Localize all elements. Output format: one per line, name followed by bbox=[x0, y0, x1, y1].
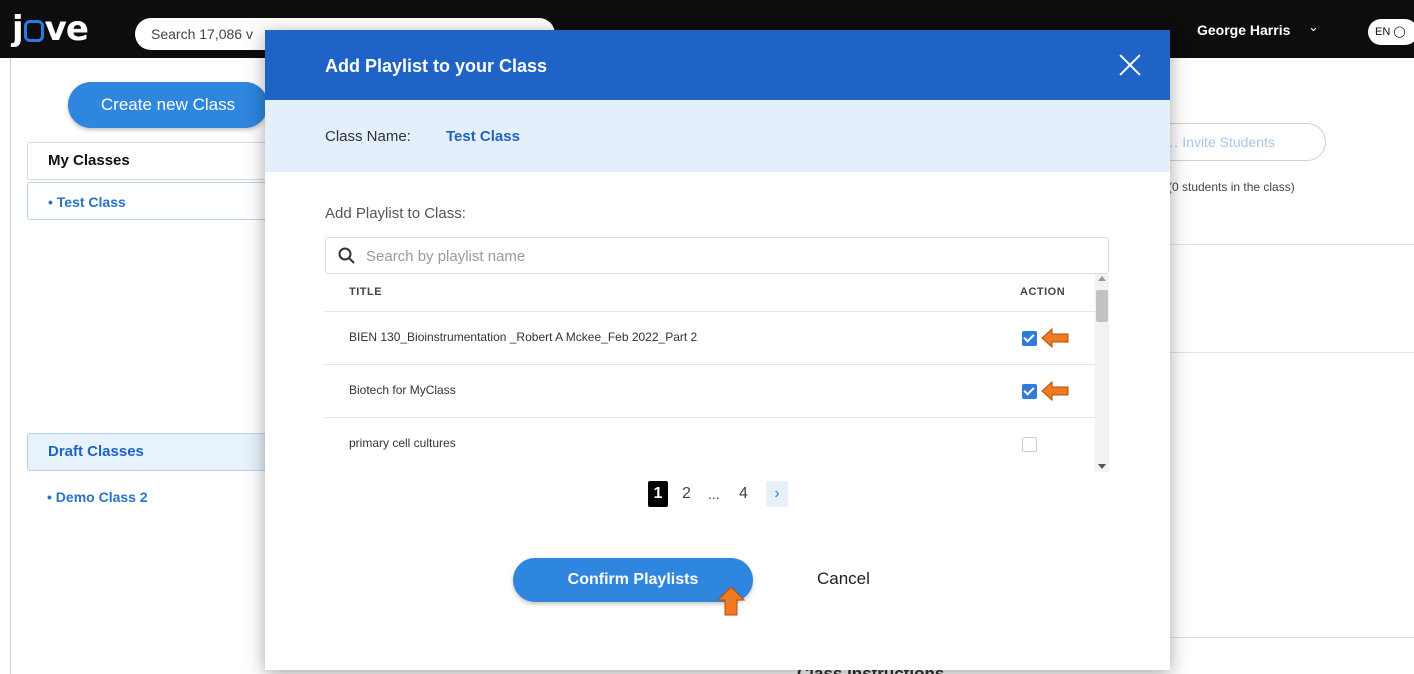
pagination-ellipsis: ... bbox=[708, 486, 720, 502]
students-count: (0 students in the class) bbox=[1168, 180, 1295, 194]
table-row[interactable]: primary cell cultures bbox=[325, 417, 1097, 470]
next-page-button[interactable]: › bbox=[766, 481, 788, 507]
annotation-arrow-up-icon bbox=[717, 586, 745, 616]
playlist-title: primary cell cultures bbox=[349, 436, 456, 450]
class-name-band: Class Name: Test Class bbox=[265, 100, 1170, 172]
create-new-class-button[interactable]: Create new Class bbox=[68, 82, 268, 128]
scroll-thumb[interactable] bbox=[1096, 290, 1108, 322]
class-name-label: Class Name: bbox=[325, 128, 411, 145]
playlist-checkbox[interactable] bbox=[1022, 384, 1037, 399]
table-row[interactable]: Biotech for MyClass bbox=[325, 364, 1097, 417]
add-playlist-modal: Add Playlist to your Class Class Name: T… bbox=[265, 30, 1170, 670]
playlist-search-input[interactable] bbox=[366, 244, 1066, 268]
playlist-table: TITLE ACTION BIEN 130_Bioinstrumentation… bbox=[325, 274, 1097, 472]
page-1-button[interactable]: 1 bbox=[648, 481, 668, 507]
class-item-label: Test Class bbox=[56, 194, 126, 210]
my-classes-header[interactable]: My Classes bbox=[27, 142, 277, 180]
language-selector[interactable]: EN ◯ bbox=[1368, 19, 1414, 45]
page-2-button[interactable]: 2 bbox=[682, 481, 691, 507]
playlist-title: BIEN 130_Bioinstrumentation _Robert A Mc… bbox=[349, 330, 698, 344]
search-icon bbox=[338, 247, 355, 264]
scroll-down-icon[interactable] bbox=[1098, 464, 1106, 469]
scroll-up-icon[interactable] bbox=[1098, 276, 1106, 281]
sidebar-item-demo-class-2[interactable]: • Demo Class 2 bbox=[27, 478, 277, 516]
cancel-button[interactable]: Cancel bbox=[817, 569, 870, 589]
annotation-arrow-left-icon bbox=[1041, 328, 1069, 348]
draft-classes-header[interactable]: Draft Classes bbox=[27, 433, 277, 471]
globe-icon: ◯ bbox=[1393, 26, 1406, 38]
page-4-button[interactable]: 4 bbox=[739, 481, 748, 507]
column-header-action: ACTION bbox=[1020, 286, 1066, 298]
divider bbox=[1170, 244, 1414, 245]
invite-students-label: Invite Students bbox=[1182, 134, 1275, 150]
modal-header: Add Playlist to your Class bbox=[265, 30, 1170, 100]
chevron-down-icon[interactable]: ⌄ bbox=[1308, 19, 1319, 35]
class-name-value: Test Class bbox=[446, 128, 520, 145]
user-menu-name[interactable]: George Harris bbox=[1197, 20, 1290, 40]
close-icon[interactable] bbox=[1115, 50, 1145, 80]
jove-logo[interactable]: j ve bbox=[12, 10, 89, 48]
playlist-checkbox[interactable] bbox=[1022, 437, 1037, 452]
bullet-icon: • bbox=[47, 489, 52, 505]
add-playlist-label: Add Playlist to Class: bbox=[325, 205, 466, 222]
playlist-search-box[interactable] bbox=[325, 237, 1109, 274]
modal-title: Add Playlist to your Class bbox=[325, 56, 548, 76]
table-scrollbar[interactable] bbox=[1095, 274, 1109, 472]
annotation-arrow-left-icon bbox=[1041, 381, 1069, 401]
divider bbox=[1170, 352, 1414, 353]
table-row[interactable]: BIEN 130_Bioinstrumentation _Robert A Mc… bbox=[325, 311, 1097, 364]
column-header-title: TITLE bbox=[349, 286, 383, 298]
class-item-label: Demo Class 2 bbox=[55, 489, 148, 505]
users-icon: ․․ bbox=[1169, 134, 1179, 150]
class-sidebar: Create new Class My Classes • Test Class… bbox=[10, 58, 277, 674]
invite-students-button[interactable]: ․․ Invite Students bbox=[1150, 123, 1326, 161]
playlist-title: Biotech for MyClass bbox=[349, 383, 456, 397]
bullet-icon: • bbox=[48, 194, 53, 210]
sidebar-item-test-class[interactable]: • Test Class › bbox=[27, 182, 277, 220]
playlist-checkbox[interactable] bbox=[1022, 331, 1037, 346]
language-label: EN bbox=[1375, 26, 1391, 38]
divider bbox=[1170, 637, 1414, 638]
